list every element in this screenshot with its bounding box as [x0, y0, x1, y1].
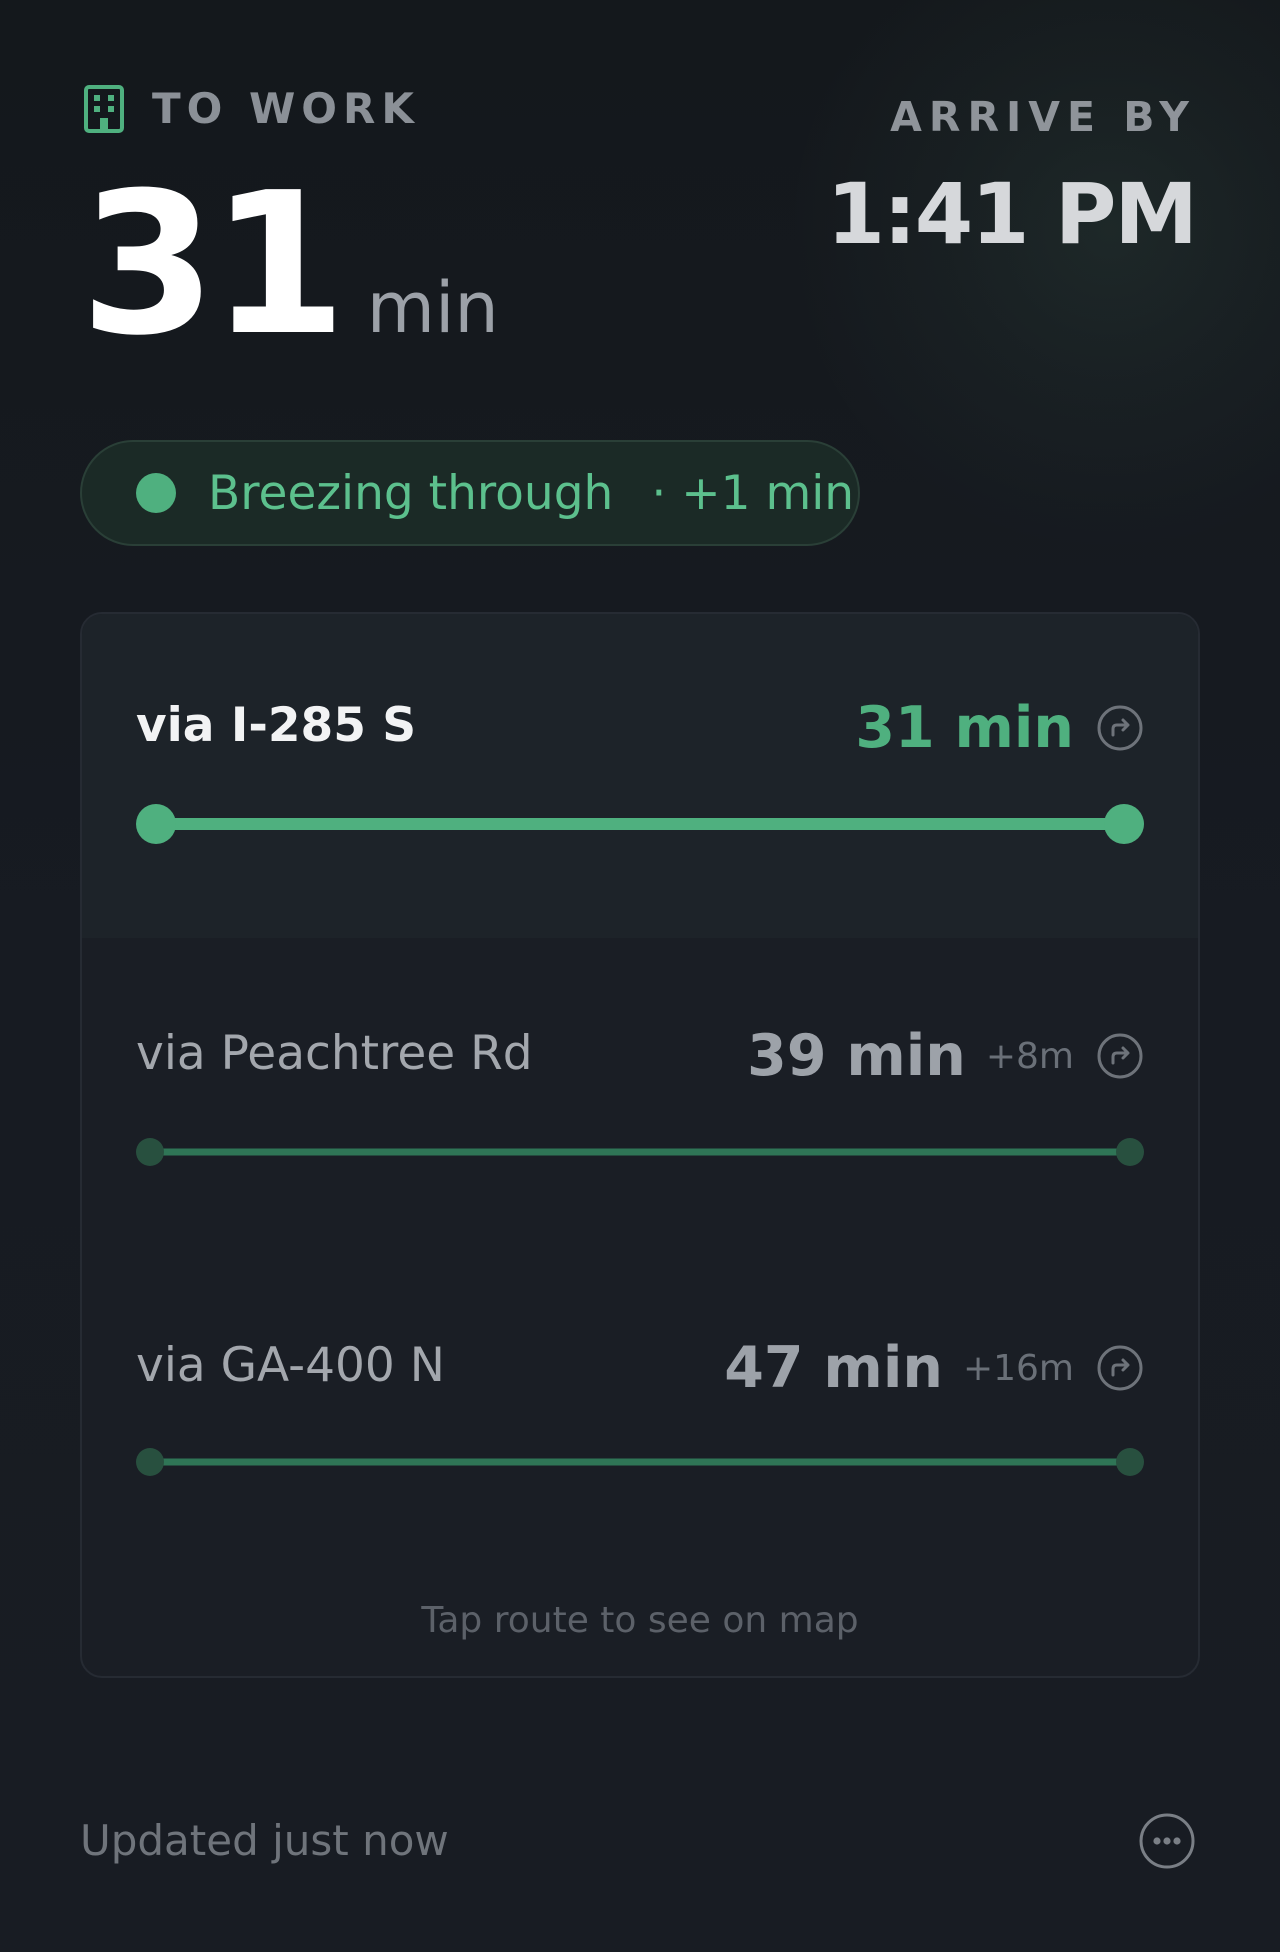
route-name: via GA-400 N	[136, 1338, 445, 1393]
route-time: 47 min	[724, 1335, 943, 1401]
trip-duration: 31 min	[80, 151, 499, 379]
route-arrow-icon[interactable]	[1096, 1344, 1144, 1392]
route-name: via Peachtree Rd	[136, 1026, 533, 1081]
destination-label: TO WORK	[152, 84, 420, 133]
arrive-by-label: ARRIVE BY	[890, 93, 1196, 141]
route-bar-peachtree	[136, 1138, 1144, 1166]
route-time: 39 min	[747, 1023, 966, 1089]
route-name: via I-285 S	[136, 698, 417, 753]
status-text: Breezing through	[208, 465, 614, 521]
route-time: 31 min	[855, 695, 1074, 761]
status-dot-icon	[136, 473, 176, 513]
route-bar-ga400	[136, 1448, 1144, 1476]
more-icon[interactable]	[1138, 1812, 1196, 1870]
arrive-by-time: 1:41 PM	[826, 165, 1198, 263]
route-time-group: 31 min	[855, 695, 1144, 761]
status-delay: · +1 min	[651, 465, 855, 521]
route-delay: +8m	[985, 1035, 1074, 1077]
route-option-i285[interactable]: via I-285 S 31 min	[82, 614, 1198, 938]
route-delay: +16m	[962, 1347, 1074, 1389]
traffic-status-badge: Breezing through · +1 min	[80, 440, 860, 546]
route-arrow-icon[interactable]	[1096, 1032, 1144, 1080]
building-icon	[84, 85, 124, 133]
updated-timestamp: Updated just now	[80, 1816, 449, 1865]
duration-value: 31	[80, 151, 347, 379]
map-hint-text: Tap route to see on map	[421, 1600, 859, 1641]
route-time-group: 39 min +8m	[747, 1023, 1144, 1089]
route-time-group: 47 min +16m	[724, 1335, 1144, 1401]
destination-header: TO WORK	[82, 84, 420, 134]
route-option-peachtree[interactable]: via Peachtree Rd 39 min +8m	[82, 938, 1198, 1248]
route-arrow-icon[interactable]	[1096, 704, 1144, 752]
route-bar-i285	[136, 804, 1144, 844]
duration-unit: min	[366, 267, 499, 349]
route-option-ga400[interactable]: via GA-400 N 47 min +16m	[82, 1248, 1198, 1560]
routes-card: via I-285 S 31 min via Peachtree Rd 39 m…	[80, 612, 1200, 1678]
commute-screen: TO WORK 31 min ARRIVE BY 1:41 PM Breezin…	[0, 0, 1280, 1952]
